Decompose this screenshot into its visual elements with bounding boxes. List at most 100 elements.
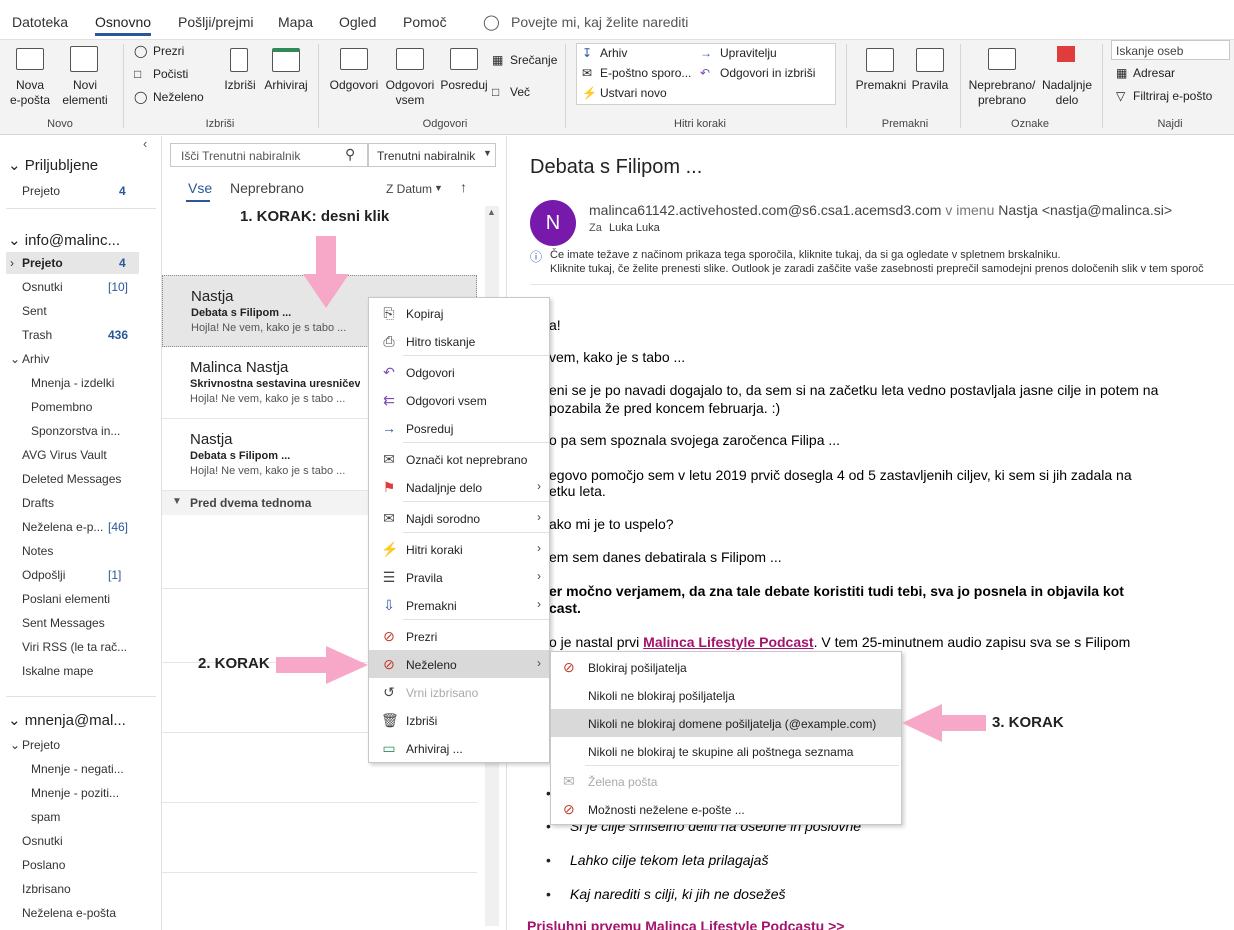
unread-read-button[interactable]: Neprebrano/ prebrano	[966, 78, 1038, 108]
filter-email-button[interactable]: Filtriraj e-pošto	[1133, 89, 1212, 104]
folder-item[interactable]: Neželena e-pošta	[22, 906, 116, 920]
folder-item[interactable]: Osnutki	[22, 280, 63, 294]
account2-header[interactable]: ⌄ mnenja@mal...	[8, 711, 126, 729]
info-images-link[interactable]: Kliknite tukaj, če želite prenesti slike…	[550, 263, 1204, 275]
menu-item-flag[interactable]: ⚑ Nadaljnje delo ›	[369, 473, 549, 501]
scroll-up-icon[interactable]: ▲	[487, 207, 496, 217]
search-input[interactable]: Išči Trenutni nabiralnik ⚲	[170, 143, 368, 167]
folder-item[interactable]: Trash	[22, 328, 52, 342]
menu-separator	[403, 355, 549, 356]
more-button[interactable]: Več	[510, 85, 530, 100]
folder-item[interactable]: Osnutki	[22, 834, 63, 848]
menu-item-rules[interactable]: ☰ Pravila ›	[369, 563, 549, 591]
podcast-link[interactable]: Malinca Lifestyle Podcast	[643, 634, 813, 650]
folder-item[interactable]: Viri RSS (le ta rač...	[22, 640, 127, 654]
folder-item[interactable]: Mnenja - izdelki	[31, 376, 114, 390]
submenu-item[interactable]: Nikoli ne blokiraj pošiljatelja	[551, 681, 901, 709]
menu-item-forward[interactable]: → Posreduj	[369, 414, 549, 442]
tab-home[interactable]: Osnovno	[95, 14, 152, 36]
folder-item[interactable]: Arhiv	[22, 352, 49, 366]
folder-item[interactable]: Drafts	[22, 496, 54, 510]
new-email-button[interactable]: Nova e-pošta	[6, 78, 54, 108]
folder-item[interactable]: Sponzorstva in...	[31, 424, 120, 438]
folder-item[interactable]: Deleted Messages	[22, 472, 121, 486]
qs-manager[interactable]: Upravitelju	[720, 46, 777, 61]
from-address[interactable]: malinca61142.activehosted.com@s6.csa1.ac…	[589, 202, 941, 218]
move-button[interactable]: Premakni	[854, 78, 908, 93]
menu-item-label: Prezri	[406, 630, 438, 644]
tab-help[interactable]: Pomoč	[403, 14, 447, 30]
meeting-button[interactable]: Srečanje	[510, 53, 557, 68]
junk-button[interactable]: Neželeno	[153, 90, 204, 105]
cleanup-button[interactable]: Počisti	[153, 67, 188, 82]
menu-item-ignore[interactable]: ⊘ Prezri	[369, 622, 549, 650]
folder-item[interactable]: Sent	[22, 304, 47, 318]
info-browser-link[interactable]: Če imate težave z načinom prikaza tega s…	[550, 249, 1061, 261]
menu-item-reply-all[interactable]: ⇇ Odgovori vsem	[369, 386, 549, 414]
tab-folder[interactable]: Mapa	[278, 14, 313, 30]
folder-item[interactable]: Poslani elementi	[22, 592, 110, 606]
folder-item[interactable]: Poslano	[22, 858, 65, 872]
menu-item-junk[interactable]: ⊘ Neželeno ›	[369, 650, 549, 678]
qs-archive[interactable]: Arhiv	[600, 46, 627, 61]
menu-item-bolt[interactable]: ⚡ Hitri koraki ›	[369, 535, 549, 563]
menu-item-copy[interactable]: ⎘ Kopiraj	[369, 299, 549, 327]
submenu-item[interactable]: Nikoli ne blokiraj domene pošiljatelja (…	[551, 709, 901, 737]
folder-item[interactable]: Odpošlji	[22, 568, 65, 582]
from-name[interactable]: Nastja <nastja@malinca.si>	[998, 202, 1172, 218]
podcast-bottom-link[interactable]: Prisluhni prvemu Malinca Lifestyle Podca…	[527, 918, 844, 930]
ignore-button[interactable]: Prezri	[153, 44, 184, 59]
menu-item-envelope[interactable]: ✉ Označi kot neprebrano	[369, 445, 549, 473]
qs-create-new[interactable]: Ustvari novo	[600, 86, 667, 101]
qs-reply-delete[interactable]: Odgovori in izbriši	[720, 66, 815, 81]
menu-item-move[interactable]: ⇩ Premakni ›	[369, 591, 549, 619]
folder-item[interactable]: Sent Messages	[22, 616, 105, 630]
submenu-item[interactable]: Nikoli ne blokiraj te skupine ali poštne…	[551, 737, 901, 765]
new-items-button[interactable]: Novi elementi	[56, 78, 114, 108]
address-book-button[interactable]: Adresar	[1133, 66, 1175, 81]
folder-item[interactable]: spam	[31, 810, 60, 824]
tell-me-search[interactable]: Povejte mi, kaj želite narediti	[511, 14, 688, 30]
folder-item[interactable]: Izbrisano	[22, 882, 71, 896]
tab-send-receive[interactable]: Pošlji/prejmi	[178, 14, 253, 30]
menu-item-archive[interactable]: ▭ Arhiviraj ...	[369, 734, 549, 762]
search-scope-dropdown[interactable]: Trenutni nabiralnik ▼	[368, 143, 496, 167]
folder-item[interactable]: AVG Virus Vault	[22, 448, 107, 462]
folder-item[interactable]: Neželena e-p...	[22, 520, 103, 534]
submenu-item[interactable]: ⊘ Blokiraj pošiljatelja	[551, 653, 901, 681]
list-item[interactable]	[162, 803, 477, 873]
favorites-header[interactable]: ⌄ Priljubljene	[8, 156, 98, 174]
filter-tab-unread[interactable]: Neprebrano	[230, 180, 304, 196]
tab-view[interactable]: Ogled	[339, 14, 376, 30]
account1-header[interactable]: ⌄ info@malinc...	[8, 231, 120, 249]
archive-button[interactable]: Arhiviraj	[262, 78, 310, 93]
sort-direction-icon[interactable]: ↑	[460, 179, 467, 195]
to-recipient[interactable]: Luka Luka	[609, 222, 660, 234]
delete-button[interactable]: Izbriši	[222, 78, 258, 93]
qs-email[interactable]: E-poštno sporo...	[600, 66, 691, 81]
folder-item[interactable]: Notes	[22, 544, 53, 558]
filter-tab-all[interactable]: Vse	[188, 180, 212, 196]
tab-file[interactable]: Datoteka	[12, 14, 68, 30]
followup-button[interactable]: Nadaljnje delo	[1038, 78, 1096, 108]
menu-item-reply[interactable]: ↶ Odgovori	[369, 358, 549, 386]
reply-all-button[interactable]: Odgovori vsem	[384, 78, 436, 108]
fav-inbox[interactable]: Prejeto	[22, 184, 60, 198]
avatar[interactable]: N	[530, 200, 576, 246]
forward-button[interactable]: Posreduj	[438, 78, 490, 93]
folder-item[interactable]: Prejeto	[22, 256, 63, 270]
menu-item-trash[interactable]: 🗑 Izbriši	[369, 706, 549, 734]
folder-item[interactable]: Mnenje - poziti...	[31, 786, 119, 800]
submenu-item[interactable]: ⊘ Možnosti neželene e-pošte ...	[551, 795, 901, 823]
search-people-field[interactable]: Iskanje oseb	[1111, 40, 1230, 60]
menu-item-find[interactable]: ✉ Najdi sorodno ›	[369, 504, 549, 532]
reply-button[interactable]: Odgovori	[328, 78, 380, 93]
rules-button[interactable]: Pravila	[908, 78, 952, 93]
folder-item[interactable]: Iskalne mape	[22, 664, 93, 678]
folder-item[interactable]: Prejeto	[22, 738, 60, 752]
collapse-pane-icon[interactable]: ‹	[143, 136, 147, 151]
folder-item[interactable]: Pomembno	[31, 400, 92, 414]
folder-item[interactable]: Mnenje - negati...	[31, 762, 124, 776]
menu-item-print[interactable]: ⎙ Hitro tiskanje	[369, 327, 549, 355]
sort-by-date[interactable]: Z Datum	[386, 182, 432, 196]
